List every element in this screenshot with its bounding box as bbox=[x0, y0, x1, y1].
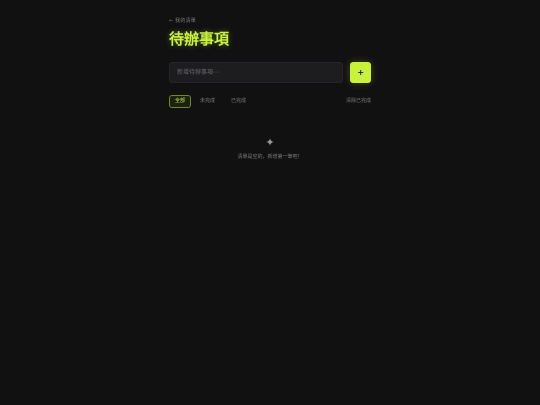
empty-state-message: 清單是空的，新增第一筆吧！ bbox=[237, 154, 303, 160]
tab-all[interactable]: 全部 bbox=[169, 95, 192, 108]
tab-active[interactable]: 未完成 bbox=[192, 95, 223, 108]
clear-completed-button[interactable]: 清除已完成 bbox=[346, 95, 371, 108]
add-todo-button[interactable]: + bbox=[350, 62, 371, 83]
tab-completed[interactable]: 已完成 bbox=[223, 95, 254, 108]
new-todo-input[interactable] bbox=[169, 62, 344, 83]
todo-app: ← 我的清單 待辦事項 + 全部 未完成 已完成 清除已完成 ✦ 清單是空的，新… bbox=[0, 0, 540, 405]
page-title: 待辦事項 bbox=[169, 30, 230, 48]
sparkle-icon: ✦ bbox=[265, 136, 275, 149]
filter-bar: 全部 未完成 已完成 清除已完成 bbox=[169, 95, 371, 108]
todo-panel: ← 我的清單 待辦事項 + 全部 未完成 已完成 清除已完成 ✦ 清單是空的，新… bbox=[169, 18, 371, 161]
back-link[interactable]: ← 我的清單 bbox=[169, 18, 371, 25]
empty-state: ✦ 清單是空的，新增第一筆吧！ bbox=[169, 136, 371, 161]
composer-row: + bbox=[169, 62, 371, 83]
